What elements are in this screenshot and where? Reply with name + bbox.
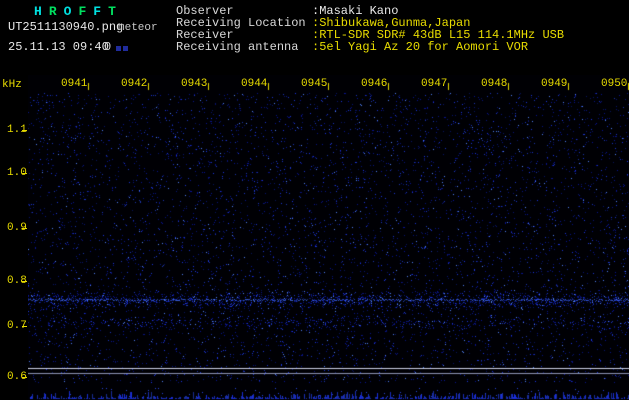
app-title-letter: T — [108, 4, 116, 19]
time-label: 0942 — [121, 78, 148, 90]
datetime-label: 25.11.13 09:40 — [8, 40, 109, 54]
app-title-letter: F — [93, 4, 102, 19]
time-label: 0943 — [181, 78, 208, 90]
time-label: 0949 — [541, 78, 568, 90]
mode-label: meteor — [118, 22, 158, 34]
time-label: 0950 — [601, 78, 628, 90]
info-label: Receiving antenna — [176, 40, 299, 54]
info-value: :5el Yagi Az 20 for Aomori VOR — [312, 40, 529, 54]
time-label: 0941 — [61, 78, 88, 90]
freq-tick — [22, 173, 27, 174]
counter-label: 0 — [104, 40, 112, 54]
time-label: 0946 — [361, 78, 388, 90]
freq-tick — [22, 130, 27, 131]
app-title-letter: R — [48, 4, 57, 19]
freq-tick — [22, 326, 27, 327]
indicator-block — [116, 46, 121, 51]
freq-axis-unit: kHz — [2, 79, 22, 91]
freq-tick — [22, 228, 27, 229]
freq-tick — [22, 281, 27, 282]
output-filename: UT2511130940.png — [8, 20, 124, 34]
time-label: 0945 — [301, 78, 328, 90]
time-label: 0947 — [421, 78, 448, 90]
freq-tick — [22, 377, 27, 378]
spectrogram-canvas — [28, 75, 629, 400]
hrofft-screen: { "colors": { "background": "#000000", "… — [0, 0, 629, 400]
app-title-letter: O — [63, 4, 72, 19]
time-label: 0944 — [241, 78, 268, 90]
app-title-letter: F — [78, 4, 87, 19]
time-label: 0948 — [481, 78, 508, 90]
indicator-block — [123, 46, 128, 51]
app-title-letter: H — [34, 4, 42, 19]
app-title: HROFFT — [34, 4, 123, 19]
